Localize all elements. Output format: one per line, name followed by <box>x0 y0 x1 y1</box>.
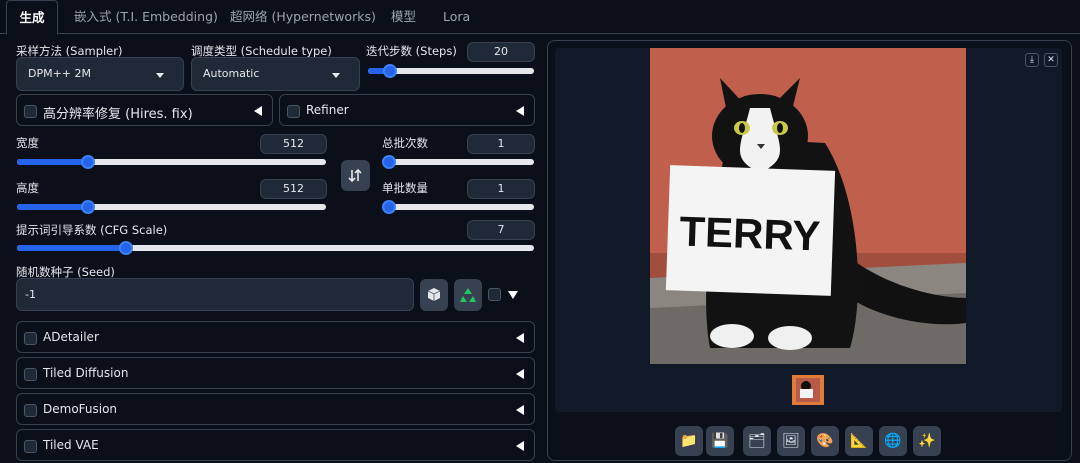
send-to-img2img-button[interactable]: 🖼 <box>777 426 805 456</box>
tiled-diffusion-label: Tiled Diffusion <box>43 366 129 380</box>
open-folder-button[interactable]: 📁 <box>675 426 703 456</box>
send-to-extras-button[interactable]: 📐 <box>845 426 873 456</box>
cfg-slider-fill <box>17 245 126 251</box>
width-slider-fill <box>17 159 89 165</box>
folder-icon: 📁 <box>680 433 698 449</box>
cfg-slider[interactable] <box>17 241 534 255</box>
steps-slider-thumb[interactable] <box>382 64 397 78</box>
thumbnail-image[interactable] <box>792 375 824 405</box>
reuse-seed-button[interactable] <box>454 279 482 311</box>
chevron-down-icon <box>332 73 340 78</box>
batch-size-slider[interactable] <box>382 200 534 214</box>
schedule-dropdown[interactable]: Automatic <box>191 57 360 91</box>
tab-models[interactable]: 模型 <box>389 0 418 34</box>
batch-count-slider-thumb[interactable] <box>382 155 396 169</box>
batch-count-slider[interactable] <box>382 155 534 169</box>
sampler-value: DPM++ 2M <box>28 67 92 80</box>
width-label: 宽度 <box>16 136 39 150</box>
batch-size-input[interactable]: 1 <box>467 179 535 199</box>
width-slider-thumb[interactable] <box>81 155 96 169</box>
random-seed-button[interactable] <box>420 279 448 311</box>
chevron-down-icon <box>156 73 164 78</box>
refiner-label: Refiner <box>306 103 349 117</box>
sampler-dropdown[interactable]: DPM++ 2M <box>16 57 184 91</box>
adetailer-checkbox[interactable] <box>24 332 37 345</box>
sign-text: TERRY <box>679 208 821 260</box>
expand-extra-seed-icon[interactable] <box>508 291 518 299</box>
batch-size-slider-thumb[interactable] <box>382 200 396 214</box>
demofusion-label: DemoFusion <box>43 402 118 416</box>
expand-triangle-icon[interactable] <box>516 369 524 379</box>
tiled-diffusion-accordion[interactable]: Tiled Diffusion <box>16 357 535 389</box>
swap-dimensions-button[interactable] <box>341 160 370 191</box>
batch-size-label: 单批数量 <box>382 181 428 195</box>
tiled-diffusion-checkbox[interactable] <box>24 368 37 381</box>
tab-hypernetworks[interactable]: 超网络 (Hypernetworks) <box>228 0 378 34</box>
steps-input[interactable]: 20 <box>467 42 535 62</box>
tab-generate[interactable]: 生成 <box>6 0 58 35</box>
tiled-vae-label: Tiled VAE <box>43 438 99 452</box>
tab-bar: 生成 嵌入式 (T.I. Embedding) 超网络 (Hypernetwor… <box>0 0 1080 35</box>
expand-triangle-icon[interactable] <box>516 106 524 116</box>
tiled-vae-accordion[interactable]: Tiled VAE <box>16 429 535 461</box>
recycle-icon <box>460 288 476 302</box>
refiner-checkbox[interactable] <box>287 105 300 118</box>
dice-icon <box>427 288 441 301</box>
generated-image[interactable]: TERRY <box>650 48 966 364</box>
refiner-accordion[interactable]: Refiner <box>279 94 535 126</box>
extra-seed-checkbox[interactable] <box>488 288 501 301</box>
zip-icon: 🗂 <box>748 433 766 449</box>
steps-slider[interactable] <box>368 64 534 78</box>
height-slider-thumb[interactable] <box>81 200 96 214</box>
width-slider[interactable] <box>17 155 326 169</box>
seed-input[interactable]: -1 <box>16 278 414 311</box>
close-icon[interactable]: ✕ <box>1044 53 1058 67</box>
height-input[interactable]: 512 <box>260 179 327 199</box>
demofusion-accordion[interactable]: DemoFusion <box>16 393 535 425</box>
cfg-label: 提示词引导系数 (CFG Scale) <box>16 223 168 237</box>
tiled-vae-checkbox[interactable] <box>24 440 37 453</box>
adetailer-label: ADetailer <box>43 330 99 344</box>
hires-fix-label: 高分辨率修复 (Hires. fix) <box>43 107 193 122</box>
schedule-value: Automatic <box>203 67 260 80</box>
batch-count-label: 总批次数 <box>382 136 428 150</box>
ruler-icon: 📐 <box>850 433 868 449</box>
adetailer-accordion[interactable]: ADetailer <box>16 321 535 353</box>
height-slider-fill <box>17 204 89 210</box>
save-icon: 💾 <box>711 433 729 449</box>
tab-embedding[interactable]: 嵌入式 (T.I. Embedding) <box>72 0 220 34</box>
sparkle-button[interactable]: ✨ <box>913 426 941 456</box>
expand-triangle-icon[interactable] <box>516 405 524 415</box>
swap-dimensions-icon <box>348 168 362 183</box>
expand-triangle-icon[interactable] <box>254 106 262 116</box>
save-button[interactable]: 💾 <box>706 426 734 456</box>
expand-triangle-icon[interactable] <box>516 441 524 451</box>
zip-button[interactable]: 🗂 <box>743 426 771 456</box>
globe-icon: 🌐 <box>884 433 902 449</box>
batch-count-input[interactable]: 1 <box>467 134 535 154</box>
sparkle-icon: ✨ <box>918 433 936 449</box>
hires-fix-checkbox[interactable] <box>24 105 37 118</box>
expand-triangle-icon[interactable] <box>516 333 524 343</box>
steps-label: 迭代步数 (Steps) <box>366 44 457 58</box>
demofusion-checkbox[interactable] <box>24 404 37 417</box>
cfg-slider-thumb[interactable] <box>118 241 133 255</box>
width-input[interactable]: 512 <box>260 134 327 154</box>
hires-fix-accordion[interactable]: 高分辨率修复 (Hires. fix) <box>16 94 273 126</box>
download-icon[interactable]: ⤓ <box>1025 53 1039 67</box>
send-to-inpaint-button[interactable]: 🎨 <box>811 426 839 456</box>
palette-icon: 🎨 <box>816 433 834 449</box>
height-slider[interactable] <box>17 200 326 214</box>
cfg-input[interactable]: 7 <box>467 220 535 240</box>
globe-button[interactable]: 🌐 <box>879 426 907 456</box>
image-icon: 🖼 <box>782 433 800 449</box>
tab-lora[interactable]: Lora <box>441 0 472 34</box>
height-label: 高度 <box>16 181 39 195</box>
